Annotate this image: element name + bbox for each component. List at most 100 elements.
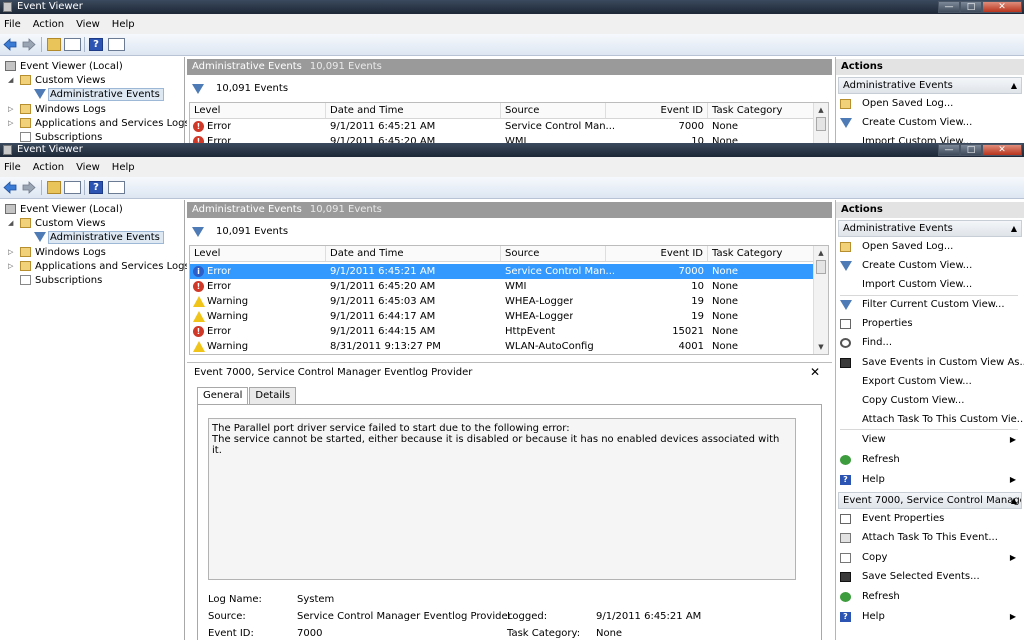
- scroll-up-arrow-icon[interactable]: ▲: [815, 247, 827, 259]
- back-arrow-icon[interactable]: [3, 38, 17, 51]
- collapse-arrow-icon[interactable]: ◢: [8, 219, 13, 227]
- action-view[interactable]: View ▶: [840, 432, 1020, 448]
- tree-node-administrative-events[interactable]: Administrative Events: [34, 230, 164, 244]
- actions-section-administrative-events[interactable]: Administrative Events ▲: [838, 77, 1022, 94]
- table-row[interactable]: Warning 8/31/2011 9:13:27 PM WLAN-AutoCo…: [190, 339, 815, 354]
- up-folder-icon[interactable]: [47, 181, 61, 194]
- menu-help[interactable]: Help: [112, 162, 135, 173]
- grid-scrollbar[interactable]: ▲ ▼: [813, 246, 828, 354]
- action-open-saved-log[interactable]: Open Saved Log...: [840, 96, 1020, 112]
- action-help[interactable]: ? Help ▶: [840, 472, 1020, 488]
- show-hide-action-pane-icon[interactable]: [108, 38, 125, 51]
- scroll-up-arrow-icon[interactable]: ▲: [815, 104, 827, 116]
- collapse-caret-icon[interactable]: ▲: [1011, 221, 1017, 236]
- menu-action[interactable]: Action: [33, 19, 64, 30]
- column-header-source[interactable]: Source: [501, 246, 606, 261]
- expand-arrow-icon[interactable]: ▷: [8, 119, 13, 127]
- help-icon[interactable]: ?: [89, 181, 103, 194]
- action-attach-task-to-event[interactable]: Attach Task To This Event...: [840, 530, 1020, 546]
- up-folder-icon[interactable]: [47, 38, 61, 51]
- minimize-button[interactable]: —: [938, 1, 960, 13]
- expand-arrow-icon[interactable]: ▷: [8, 262, 13, 270]
- column-header-task-category[interactable]: Task Category: [708, 246, 815, 261]
- column-header-date[interactable]: Date and Time: [326, 103, 501, 118]
- table-row[interactable]: ! Error 9/1/2011 6:45:20 AM WMI 10 None: [190, 279, 815, 294]
- tree-node-administrative-events[interactable]: Administrative Events: [34, 87, 164, 101]
- tree-node-applications-services-logs[interactable]: Applications and Services Logs: [20, 116, 190, 130]
- action-copy-custom-view[interactable]: Copy Custom View...: [840, 393, 1020, 409]
- menu-help[interactable]: Help: [112, 19, 135, 30]
- menu-action[interactable]: Action: [33, 162, 64, 173]
- tree-node-subscriptions[interactable]: Subscriptions: [20, 273, 102, 287]
- menu-view[interactable]: View: [76, 19, 100, 30]
- grid-scrollbar[interactable]: ▲: [813, 103, 828, 143]
- title-bar[interactable]: Event Viewer — □ ✕: [0, 143, 1024, 157]
- column-header-event-id[interactable]: Event ID: [606, 246, 708, 261]
- minimize-button[interactable]: —: [938, 144, 960, 156]
- action-refresh-event[interactable]: Refresh: [840, 589, 1020, 605]
- action-help-event[interactable]: ? Help ▶: [840, 609, 1020, 625]
- tree-node-applications-services-logs[interactable]: Applications and Services Logs: [20, 259, 190, 273]
- action-event-properties[interactable]: Event Properties: [840, 511, 1020, 527]
- menu-file[interactable]: File: [4, 162, 21, 173]
- event-message-box[interactable]: The Parallel port driver service failed …: [208, 418, 796, 580]
- action-filter-current-custom-view[interactable]: Filter Current Custom View...: [840, 297, 1020, 313]
- tree-node-subscriptions[interactable]: Subscriptions: [20, 130, 102, 143]
- actions-section-event[interactable]: Event 7000, Service Control Manager ...▲: [838, 492, 1022, 509]
- collapse-arrow-icon[interactable]: ◢: [8, 76, 13, 84]
- column-header-source[interactable]: Source: [501, 103, 606, 118]
- action-copy[interactable]: Copy ▶: [840, 550, 1020, 566]
- show-hide-console-tree-icon[interactable]: [64, 181, 81, 194]
- table-row[interactable]: Warning 9/1/2011 6:45:03 AM WHEA-Logger …: [190, 294, 815, 309]
- tree-node-windows-logs[interactable]: Windows Logs: [20, 102, 106, 116]
- action-save-events-in-custom-view[interactable]: Save Events in Custom View As...: [840, 355, 1024, 371]
- menu-file[interactable]: File: [4, 19, 21, 30]
- table-row[interactable]: ! Error 9/1/2011 6:44:15 AM HttpEvent 15…: [190, 324, 815, 339]
- tree-node-custom-views[interactable]: Custom Views: [20, 73, 105, 87]
- collapse-caret-icon[interactable]: ▲: [1011, 78, 1017, 93]
- action-properties[interactable]: Properties: [840, 316, 1020, 332]
- action-attach-task-to-custom-view[interactable]: Attach Task To This Custom Vie...: [840, 412, 1024, 428]
- action-create-custom-view[interactable]: Create Custom View...: [840, 258, 1020, 274]
- action-import-custom-view[interactable]: Import Custom View...: [840, 134, 1020, 143]
- expand-arrow-icon[interactable]: ▷: [8, 105, 13, 113]
- close-button[interactable]: ✕: [982, 144, 1022, 156]
- scroll-thumb[interactable]: [816, 260, 826, 274]
- action-save-selected-events[interactable]: Save Selected Events...: [840, 569, 1020, 585]
- expand-arrow-icon[interactable]: ▷: [8, 248, 13, 256]
- close-button[interactable]: ✕: [982, 1, 1022, 13]
- column-header-event-id[interactable]: Event ID: [606, 103, 708, 118]
- forward-arrow-icon[interactable]: [22, 38, 36, 51]
- table-row[interactable]: ! Error 9/1/2011 6:45:21 AM Service Cont…: [190, 119, 815, 134]
- action-refresh[interactable]: Refresh: [840, 452, 1020, 468]
- scroll-down-arrow-icon[interactable]: ▼: [815, 341, 827, 353]
- maximize-button[interactable]: □: [960, 144, 982, 156]
- show-hide-action-pane-icon[interactable]: [108, 181, 125, 194]
- action-open-saved-log[interactable]: Open Saved Log...: [840, 239, 1020, 255]
- table-row[interactable]: ! Error 9/1/2011 6:45:20 AM WMI 10 None: [190, 134, 815, 143]
- tab-general[interactable]: General: [197, 387, 249, 405]
- show-hide-console-tree-icon[interactable]: [64, 38, 81, 51]
- tree-node-windows-logs[interactable]: Windows Logs: [20, 245, 106, 259]
- column-header-date[interactable]: Date and Time: [326, 246, 501, 261]
- actions-section-administrative-events[interactable]: Administrative Events ▲: [838, 220, 1022, 237]
- tree-node-root[interactable]: Event Viewer (Local): [5, 59, 123, 73]
- column-header-level[interactable]: Level: [190, 103, 326, 118]
- scroll-thumb[interactable]: [816, 117, 826, 131]
- action-create-custom-view[interactable]: Create Custom View...: [840, 115, 1020, 131]
- tree-node-custom-views[interactable]: Custom Views: [20, 216, 105, 230]
- table-row-selected[interactable]: i Error 9/1/2011 6:45:21 AM Service Cont…: [190, 264, 815, 279]
- close-detail-button[interactable]: ✕: [810, 365, 820, 379]
- help-icon[interactable]: ?: [89, 38, 103, 51]
- action-import-custom-view[interactable]: Import Custom View...: [840, 277, 1020, 293]
- maximize-button[interactable]: □: [960, 1, 982, 13]
- action-export-custom-view[interactable]: Export Custom View...: [840, 374, 1020, 390]
- tab-details[interactable]: Details: [249, 387, 297, 404]
- column-header-task-category[interactable]: Task Category: [708, 103, 815, 118]
- menu-view[interactable]: View: [76, 162, 100, 173]
- tree-node-root[interactable]: Event Viewer (Local): [5, 202, 123, 216]
- table-row[interactable]: Warning 9/1/2011 6:44:17 AM WHEA-Logger …: [190, 309, 815, 324]
- title-bar[interactable]: Event Viewer — □ ✕: [0, 0, 1024, 14]
- action-find[interactable]: Find...: [840, 335, 1020, 351]
- collapse-caret-icon[interactable]: ▲: [1011, 493, 1017, 508]
